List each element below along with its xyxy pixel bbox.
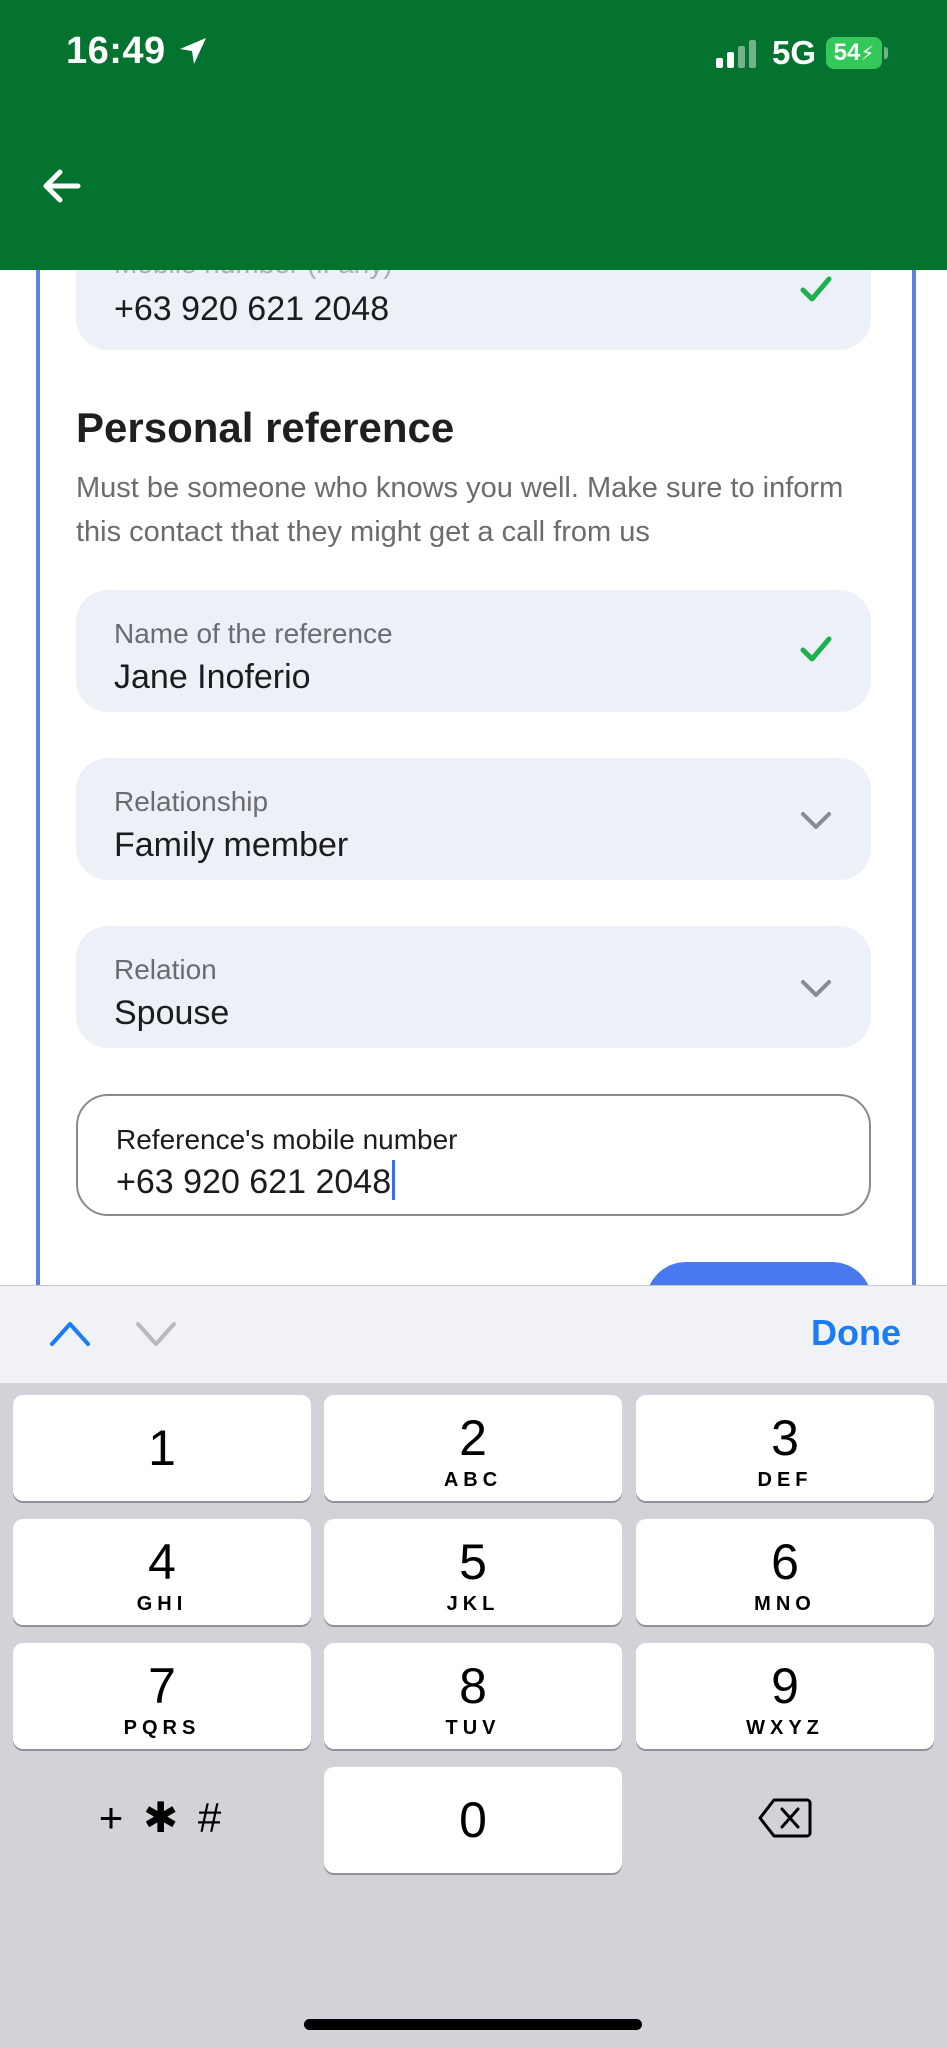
section-title: Personal reference — [76, 404, 455, 451]
back-arrow-icon[interactable] — [38, 162, 86, 215]
key-9[interactable]: 9 WXYZ — [636, 1643, 934, 1749]
symbols-label: + ✱ # — [98, 1794, 226, 1841]
delete-key[interactable] — [636, 1767, 934, 1873]
key-7[interactable]: 7 PQRS — [13, 1643, 311, 1749]
key-3[interactable]: 3 DEF — [636, 1395, 934, 1501]
key-5[interactable]: 5 JKL — [324, 1519, 622, 1625]
text-caret — [392, 1160, 396, 1200]
reference-mobile-value: +63 920 621 2048 — [116, 1163, 392, 1201]
key-symbols[interactable]: + ✱ # — [13, 1767, 311, 1873]
key-digit: 8 — [459, 1658, 487, 1714]
key-digit: 0 — [459, 1792, 487, 1848]
chevron-up-icon[interactable] — [48, 1318, 92, 1353]
key-8[interactable]: 8 TUV — [324, 1643, 622, 1749]
done-button[interactable]: Done — [811, 1312, 901, 1354]
check-icon — [799, 634, 833, 669]
key-0[interactable]: 0 — [324, 1767, 622, 1873]
reference-name-value: Jane Inoferio — [114, 658, 311, 696]
battery-cap — [884, 47, 888, 59]
battery-icon: 54 ⚡ — [826, 37, 882, 69]
section-description: Must be someone who knows you well. Make… — [76, 472, 844, 548]
key-digit: 3 — [771, 1410, 799, 1466]
key-letters: ABC — [443, 1469, 503, 1491]
key-letters: TUV — [445, 1717, 501, 1739]
relation-value: Spouse — [114, 994, 230, 1032]
mobile-number-value: +63 920 621 2048 — [114, 290, 390, 328]
key-letters: WXYZ — [746, 1717, 824, 1739]
reference-mobile-input[interactable]: Reference's mobile number +63 920 621 20… — [76, 1094, 871, 1216]
key-digit: 6 — [771, 1534, 799, 1590]
key-digit: 1 — [148, 1420, 176, 1476]
key-digit: 4 — [148, 1534, 176, 1590]
key-letters: JKL — [446, 1593, 500, 1615]
network-type: 5G — [772, 34, 817, 71]
reference-name-label: Name of the reference — [114, 618, 393, 649]
chevron-down-icon — [799, 978, 833, 1005]
key-digit: 7 — [148, 1658, 176, 1714]
key-letters: MNO — [754, 1593, 816, 1615]
reference-name-field[interactable]: Name of the reference Jane Inoferio — [76, 590, 871, 712]
key-letters: DEF — [757, 1469, 813, 1491]
numeric-keypad: 1 2 ABC 3 DEF 4 GHI 5 JKL 6 MNO 7 PQRS 8… — [0, 1383, 947, 2048]
chevron-down-icon — [799, 810, 833, 837]
key-digit: 9 — [771, 1658, 799, 1714]
relation-select[interactable]: Relation Spouse — [76, 926, 871, 1048]
relationship-label: Relationship — [114, 786, 269, 817]
key-1[interactable]: 1 — [13, 1395, 311, 1501]
check-icon — [799, 274, 833, 309]
relation-label: Relation — [114, 954, 217, 985]
key-letters: GHI — [136, 1593, 188, 1615]
app-header: 16:49 5G 54 ⚡ — [0, 0, 947, 270]
location-arrow-icon — [178, 36, 208, 71]
cellular-signal-icon — [716, 40, 760, 73]
status-time: 16:49 — [66, 30, 166, 72]
key-letters: PQRS — [123, 1717, 201, 1739]
chevron-down-icon[interactable] — [134, 1318, 178, 1353]
relationship-select[interactable]: Relationship Family member — [76, 758, 871, 880]
key-6[interactable]: 6 MNO — [636, 1519, 934, 1625]
key-4[interactable]: 4 GHI — [13, 1519, 311, 1625]
key-digit: 5 — [459, 1534, 487, 1590]
key-digit: 2 — [459, 1410, 487, 1466]
reference-mobile-value-wrap: +63 920 621 2048 — [116, 1160, 396, 1202]
reference-mobile-label: Reference's mobile number — [116, 1124, 458, 1155]
relationship-value: Family member — [114, 826, 349, 864]
home-indicator — [304, 2019, 642, 2030]
battery-level: 54 — [833, 39, 861, 66]
backspace-icon — [636, 1797, 934, 1844]
keyboard-toolbar: Done — [0, 1285, 947, 1383]
key-2[interactable]: 2 ABC — [324, 1395, 622, 1501]
